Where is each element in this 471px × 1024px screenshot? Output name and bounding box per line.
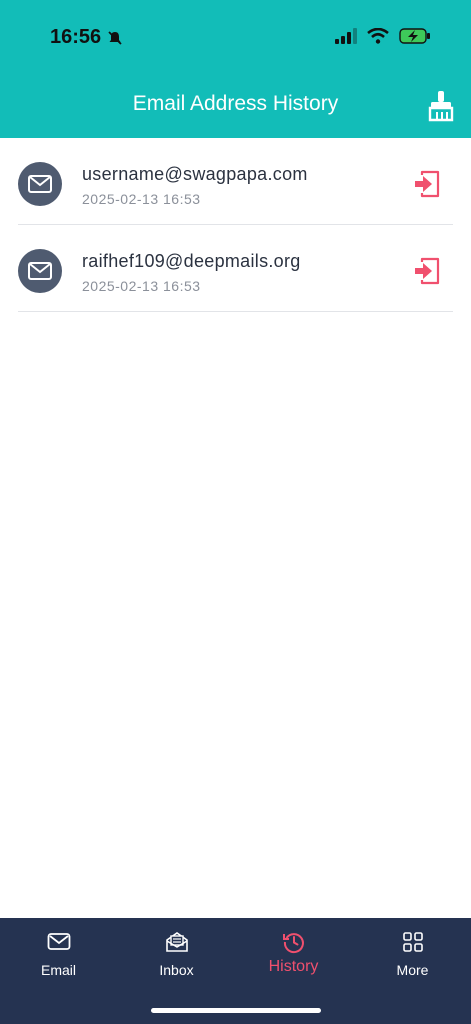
clock: 16:56 (50, 26, 102, 48)
grid-icon (402, 932, 423, 952)
broom-icon (428, 91, 454, 122)
page-title: Email Address History (132, 92, 339, 115)
tab-label: Email (40, 962, 76, 978)
history-item[interactable]: username@swagpapa.com 2025-02-13 16:53 (18, 138, 453, 225)
login-button[interactable] (411, 255, 443, 287)
tab-inbox[interactable]: Inbox (118, 928, 235, 978)
history-email: raifhef109@deepmails.org (82, 251, 301, 271)
history-time: 2025-02-13 16:53 (82, 191, 201, 207)
battery-charging-icon (399, 28, 430, 44)
clear-history-button[interactable] (427, 90, 455, 122)
history-list: username@swagpapa.com 2025-02-13 16:53 r… (0, 138, 471, 312)
mail-icon (47, 933, 70, 950)
signal-icon (335, 28, 357, 44)
tab-label: More (396, 962, 429, 978)
tab-more[interactable]: More (354, 928, 471, 978)
status-bar-time: 16:56 (50, 26, 123, 49)
history-email: username@swagpapa.com (82, 164, 308, 184)
login-icon (415, 257, 440, 285)
avatar (18, 249, 62, 293)
history-time: 2025-02-13 16:53 (82, 278, 201, 294)
inbox-icon (165, 932, 188, 952)
tab-label: Inbox (159, 962, 194, 978)
bell-muted-icon (108, 30, 122, 45)
avatar (18, 162, 62, 206)
app-header: 16:56 Email Address History (0, 0, 471, 138)
history-icon (282, 933, 304, 954)
mail-icon (28, 262, 52, 280)
mail-icon (28, 175, 52, 193)
wifi-icon (367, 28, 389, 44)
tab-history[interactable]: History (235, 928, 352, 976)
history-item[interactable]: raifhef109@deepmails.org 2025-02-13 16:5… (18, 225, 453, 312)
login-button[interactable] (411, 168, 443, 200)
home-indicator[interactable] (151, 1008, 321, 1013)
tab-email[interactable]: Email (0, 928, 117, 978)
login-icon (415, 170, 440, 198)
status-icons (335, 28, 431, 44)
tab-label: History (268, 958, 319, 975)
